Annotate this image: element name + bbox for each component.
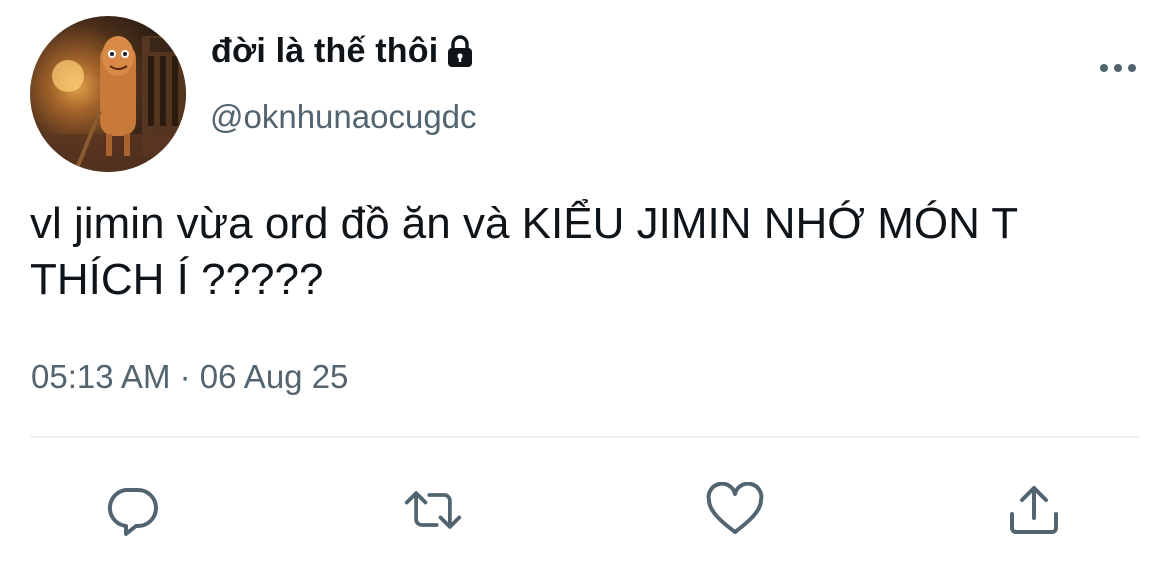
heart-icon — [706, 482, 764, 534]
reply-icon — [107, 487, 158, 536]
avatar[interactable] — [30, 16, 186, 172]
more-options-icon[interactable] — [1096, 56, 1140, 80]
divider — [30, 436, 1140, 438]
lock-icon — [446, 34, 474, 70]
username[interactable]: @oknhunaocugdc — [210, 98, 477, 136]
retweet-icon — [404, 491, 462, 529]
retweet-button[interactable] — [403, 480, 463, 540]
avatar-image — [30, 36, 186, 172]
display-name[interactable]: đời là thế thôi — [211, 32, 474, 71]
share-icon — [1010, 486, 1058, 534]
display-name-text: đời là thế thôi — [211, 32, 439, 70]
reply-button[interactable] — [104, 480, 164, 540]
tweet-text: vl jimin vừa ord đồ ăn và KIỂU JIMIN NHỚ… — [30, 199, 1029, 304]
like-button[interactable] — [705, 480, 765, 540]
timestamp[interactable]: 05:13 AM · 06 Aug 25 — [31, 358, 348, 396]
share-button[interactable] — [1004, 480, 1064, 540]
